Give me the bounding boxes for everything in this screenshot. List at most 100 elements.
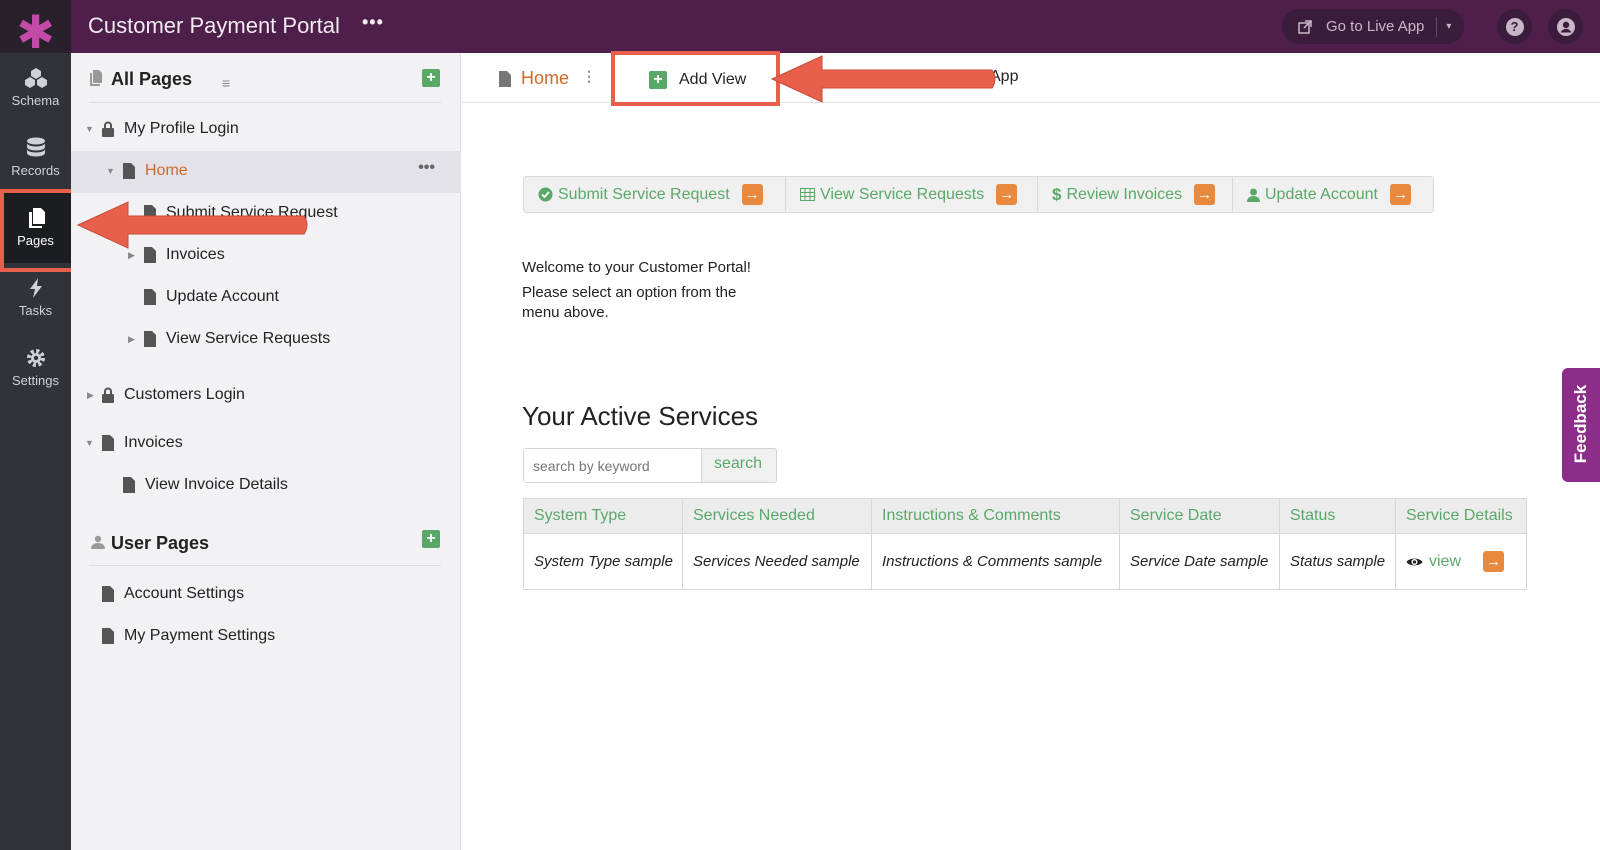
tree-item-home[interactable]: ▼ Home •••: [71, 151, 461, 193]
caret-right-icon[interactable]: ▶: [87, 390, 94, 401]
lightning-icon: [29, 278, 42, 298]
gear-icon: [26, 349, 45, 367]
external-link-icon: [1298, 19, 1312, 34]
all-pages-header: All Pages ≡ +: [89, 53, 441, 103]
column-header[interactable]: Service Date: [1119, 498, 1280, 534]
all-pages-title: All Pages: [111, 69, 193, 89]
user-icon: [91, 535, 105, 549]
table-cell: Services Needed sample: [682, 533, 872, 590]
nav-records[interactable]: Records: [0, 123, 71, 193]
menu-view-service-requests[interactable]: View Service Requests →: [786, 177, 1038, 212]
table-icon: [800, 188, 815, 201]
tree-item-account-settings[interactable]: Account Settings: [71, 574, 461, 616]
nav-schema-label: Schema: [11, 93, 60, 108]
add-user-page-button[interactable]: +: [422, 530, 440, 548]
user-pages-header: User Pages +: [89, 516, 441, 566]
page-icon: [102, 628, 114, 644]
welcome-text: Welcome to your Customer Portal! Please …: [522, 258, 752, 328]
table-cell: Instructions & Comments sample: [871, 533, 1120, 590]
pages-icon: [90, 70, 102, 86]
chevron-down-icon[interactable]: ▾: [1446, 21, 1451, 32]
menu-item-label: View Service Requests: [820, 185, 985, 203]
column-header[interactable]: System Type: [523, 498, 683, 534]
tree-item-label: Customers Login: [124, 386, 245, 403]
portal-menu: Submit Service Request → View Service Re…: [523, 176, 1434, 213]
arrow-right-icon: →: [1194, 184, 1216, 205]
nav-tasks[interactable]: Tasks: [0, 263, 71, 333]
view-link-label: view: [1429, 553, 1462, 570]
nav-settings-label: Settings: [12, 373, 59, 388]
feedback-tab[interactable]: Feedback: [1562, 368, 1600, 482]
welcome-instruction: Please select an option from the menu ab…: [522, 284, 737, 321]
go-to-live-app-button[interactable]: Go to Live App ▾: [1282, 9, 1464, 44]
nav-settings[interactable]: Settings: [0, 333, 71, 403]
page-icon: [102, 586, 114, 602]
menu-update-account[interactable]: Update Account →: [1233, 177, 1433, 212]
menu-item-label: Review Invoices: [1066, 185, 1183, 203]
nav-schema[interactable]: Schema: [0, 53, 71, 123]
feedback-label: Feedback: [1571, 384, 1590, 464]
tree-item-customers-login[interactable]: ▶ Customers Login: [71, 375, 461, 417]
annotation-arrow-pages: [76, 201, 308, 249]
home-more-button[interactable]: •••: [418, 159, 435, 177]
tree-item-label: My Payment Settings: [124, 627, 276, 644]
tree-item-label: View Service Requests: [166, 330, 331, 347]
column-header[interactable]: Services Needed: [682, 498, 872, 534]
tree-item-label: View Invoice Details: [145, 476, 288, 493]
page-icon: [123, 163, 135, 179]
add-page-button[interactable]: +: [422, 69, 440, 87]
annotation-arrow-add-view: [770, 55, 996, 103]
tab-home[interactable]: Home: [521, 68, 569, 89]
help-button[interactable]: ?: [1497, 9, 1532, 44]
menu-item-label: Submit Service Request: [558, 185, 730, 203]
tree-item-label: Home: [145, 162, 188, 179]
tree-item-view-service-requests[interactable]: ▶ View Service Requests: [71, 319, 461, 361]
table-cell: view →: [1395, 533, 1527, 590]
tree-item-my-profile-login[interactable]: ▼ My Profile Login: [71, 109, 461, 151]
arrow-right-icon: →: [1389, 184, 1411, 205]
caret-right-icon[interactable]: ▶: [128, 334, 135, 345]
help-icon: ?: [1505, 17, 1524, 36]
page-icon: [144, 331, 156, 347]
column-header[interactable]: Status: [1279, 498, 1396, 534]
eye-icon: [1406, 558, 1423, 565]
search-input[interactable]: [524, 449, 702, 482]
arrow-right-icon: →: [741, 184, 763, 205]
add-view-button[interactable]: + Add View: [611, 51, 780, 106]
lock-icon: [102, 121, 114, 137]
column-header: Service Details: [1395, 498, 1527, 534]
table-header-row: System Type Services Needed Instructions…: [523, 498, 1527, 534]
services-search: search: [523, 448, 777, 483]
asterisk-logo-icon: ✱: [16, 4, 55, 59]
menu-review-invoices[interactable]: $ Review Invoices →: [1038, 177, 1233, 212]
menu-item-label: Update Account: [1265, 185, 1378, 203]
tab-home-more-button[interactable]: ⋮: [582, 68, 596, 85]
filter-icon[interactable]: ≡: [222, 75, 230, 91]
menu-submit-service-request[interactable]: Submit Service Request →: [524, 177, 786, 212]
account-button[interactable]: [1548, 9, 1583, 44]
caret-down-icon[interactable]: ▼: [106, 166, 115, 176]
tree-item-update-account[interactable]: Update Account: [71, 277, 461, 319]
welcome-line: Welcome to your Customer Portal!: [522, 259, 751, 276]
cubes-icon: [24, 68, 47, 88]
database-icon: [26, 137, 45, 157]
caret-down-icon[interactable]: ▼: [85, 438, 94, 448]
top-bar: ✱ Customer Payment Portal ••• Go to Live…: [0, 0, 1600, 59]
add-view-label: Add View: [679, 71, 747, 88]
app-more-button[interactable]: •••: [362, 12, 384, 33]
page-icon: [144, 289, 156, 305]
table-cell: Service Date sample: [1119, 533, 1280, 590]
app-logo[interactable]: ✱: [0, 0, 71, 59]
nav-tasks-label: Tasks: [18, 303, 53, 318]
tree-item-label: Account Settings: [124, 585, 245, 602]
tree-item-my-payment-settings[interactable]: My Payment Settings: [71, 616, 461, 658]
column-header[interactable]: Instructions & Comments: [871, 498, 1120, 534]
tree-item-invoices[interactable]: ▼ Invoices: [71, 423, 461, 465]
view-details-link[interactable]: view →: [1406, 551, 1526, 572]
caret-down-icon[interactable]: ▼: [85, 124, 94, 134]
tree-item-label: Update Account: [166, 288, 279, 305]
tree-item-view-invoice-details[interactable]: View Invoice Details: [71, 465, 461, 507]
search-button[interactable]: search: [714, 455, 762, 473]
page-icon: [123, 477, 135, 493]
pages-tree-panel: All Pages ≡ + ▼ My Profile Login ▼ Home …: [71, 53, 461, 850]
